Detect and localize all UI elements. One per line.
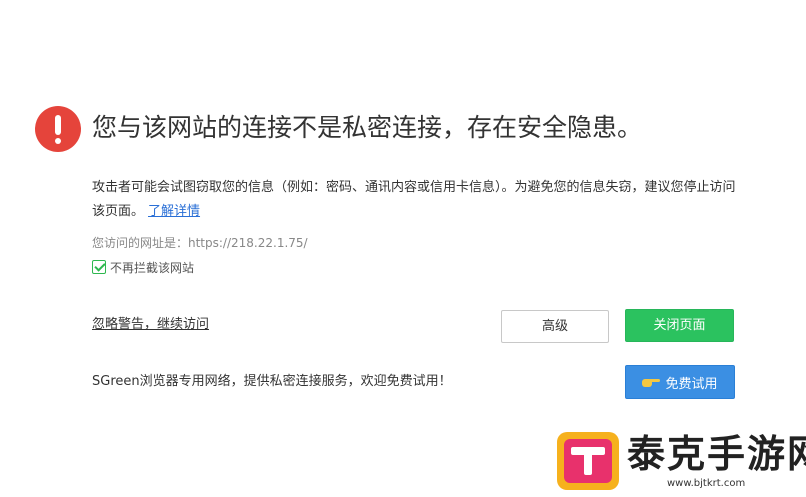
hand-finger — [649, 379, 661, 382]
promo-text: SGreen浏览器专用网络，提供私密连接服务，欢迎免费试用！ — [92, 374, 452, 389]
exclamation-bar — [55, 115, 61, 135]
page-title: 您与该网站的连接不是私密连接，存在安全隐患。 — [92, 113, 643, 142]
watermark-url: www.bjtkrt.com — [667, 478, 746, 489]
checkmark-icon — [94, 260, 106, 272]
watermark-text: 泰克手游网 — [627, 432, 806, 476]
t-logo-icon — [557, 432, 619, 490]
warning-description: 攻击者可能会试图窃取您的信息（例如：密码、通讯内容或信用卡信息）。为避免您的信息… — [92, 176, 747, 224]
visited-url: 您访问的网址是：https://218.22.1.75/ — [92, 236, 308, 250]
logo-t-stem — [584, 447, 592, 475]
learn-more-link[interactable]: 了解详情 — [148, 204, 200, 219]
close-page-button[interactable]: 关闭页面 — [625, 309, 734, 342]
site-watermark: 泰克手游网 www.bjtkrt.com — [557, 430, 806, 492]
dont-block-option[interactable]: 不再拦截该网站 — [92, 258, 194, 276]
free-trial-label: 免费试用 — [665, 376, 718, 392]
exclamation-icon — [35, 106, 81, 152]
ignore-warning-link[interactable]: 忽略警告，继续访问 — [92, 316, 209, 334]
pointing-hand-icon — [642, 376, 661, 388]
exclamation-dot — [55, 138, 61, 144]
dont-block-checkbox[interactable] — [92, 260, 106, 274]
advanced-button[interactable]: 高级 — [501, 310, 609, 343]
free-trial-button[interactable]: 免费试用 — [625, 365, 735, 399]
dont-block-label: 不再拦截该网站 — [110, 260, 195, 275]
